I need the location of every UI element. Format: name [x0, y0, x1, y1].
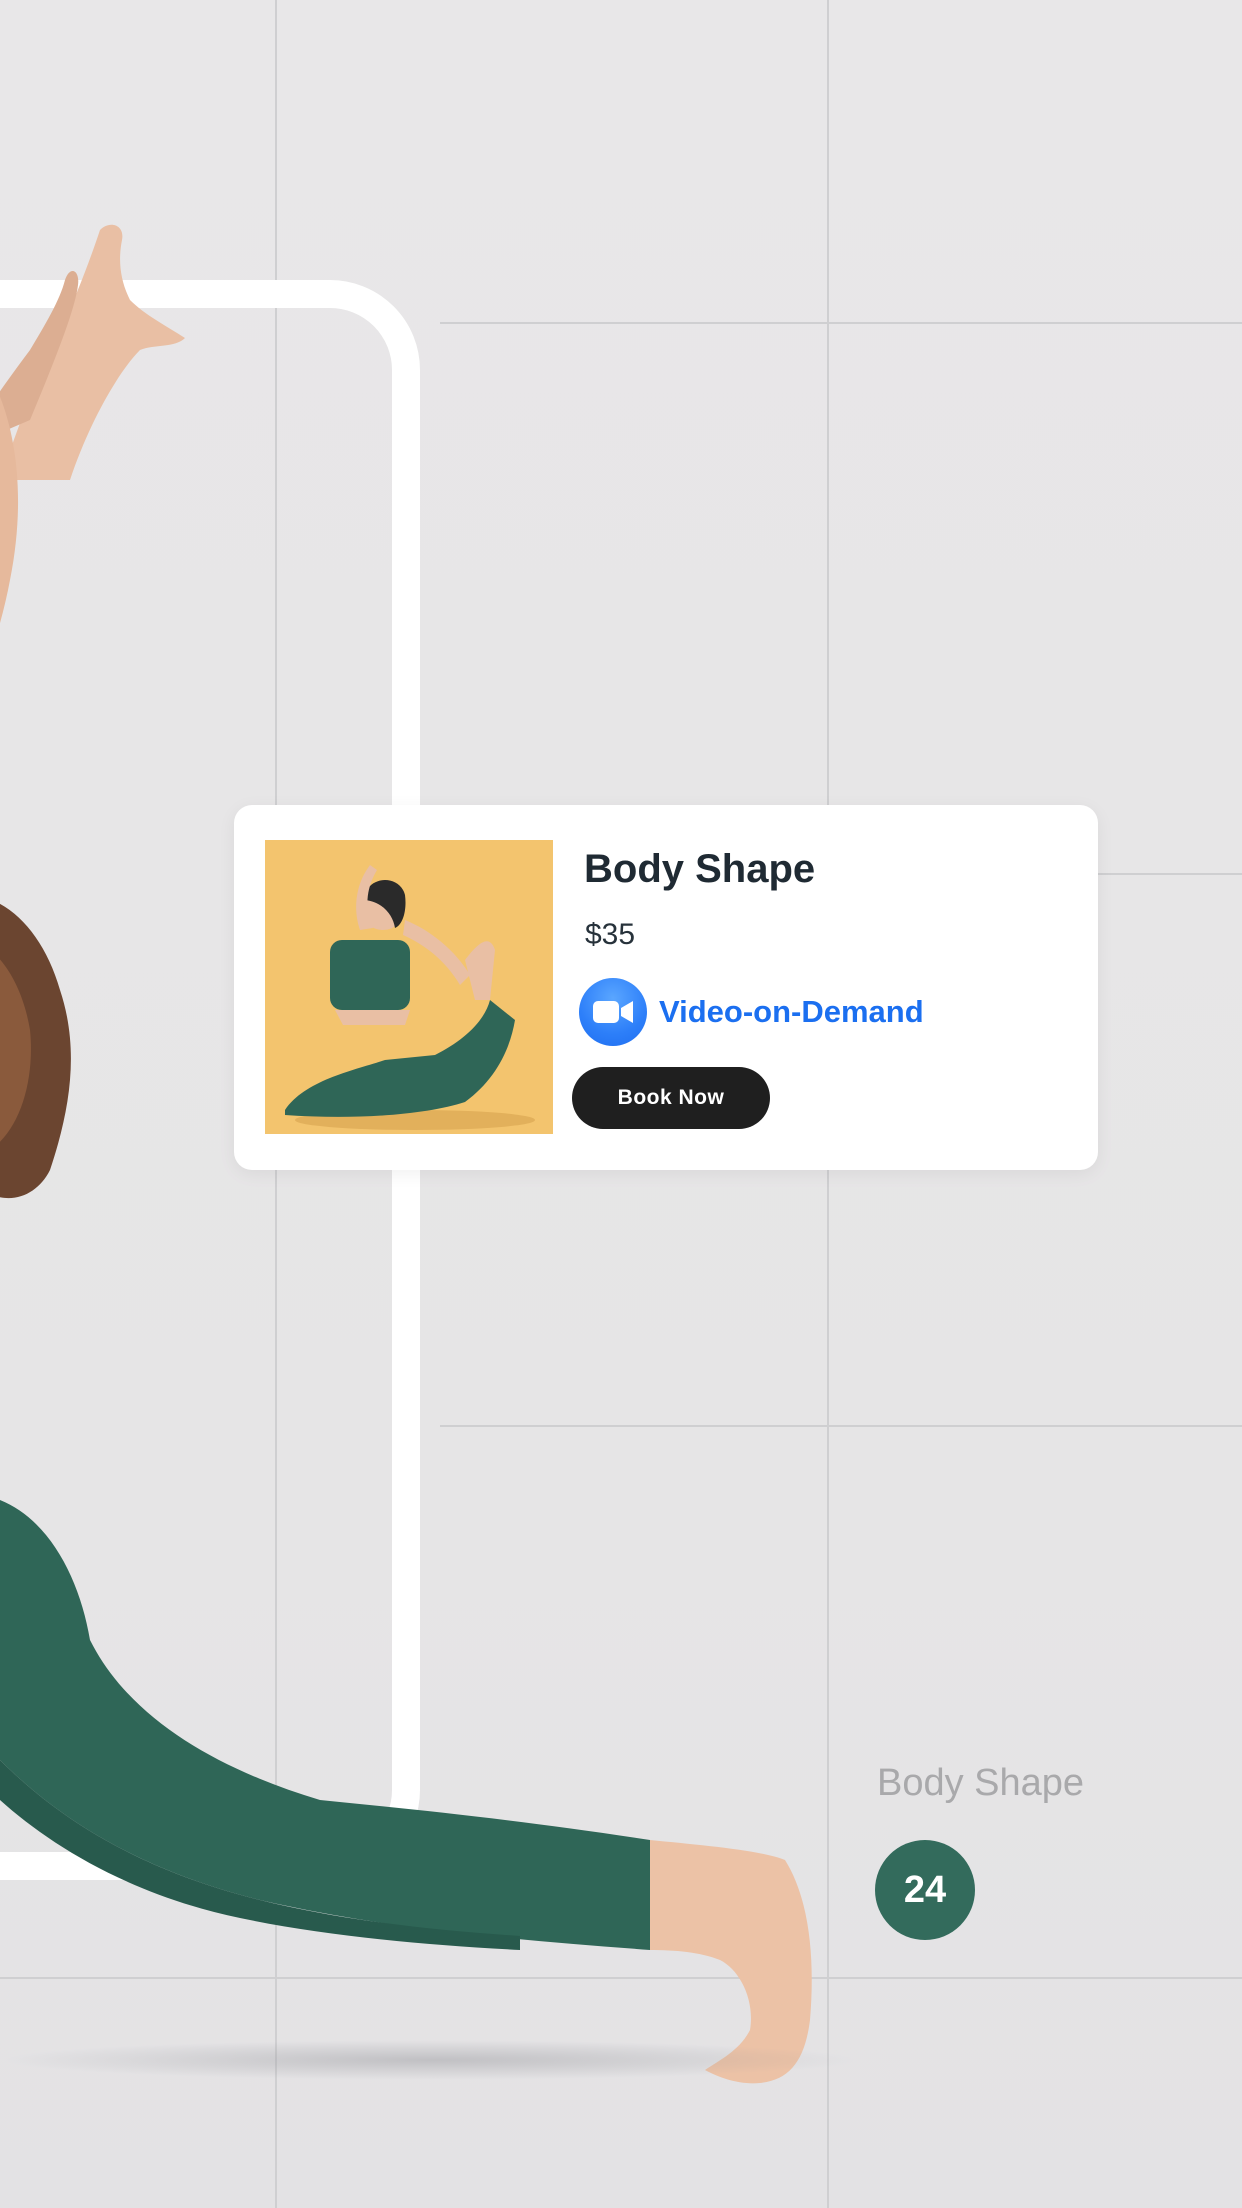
grid-line	[440, 322, 1242, 324]
count-badge: 24	[875, 1840, 975, 1940]
floor-shadow	[0, 2040, 860, 2080]
book-now-button[interactable]: Book Now	[572, 1067, 770, 1129]
service-type-row[interactable]: Video-on-Demand	[579, 977, 924, 1047]
showcase-stage: Body Shape $35 Video-on-Demand Book Now …	[0, 0, 1242, 2208]
service-image	[265, 840, 553, 1134]
model-hair-illustration	[0, 904, 71, 1198]
video-camera-icon	[579, 978, 647, 1046]
model-arm-illustration	[0, 396, 18, 624]
grid-line	[440, 1425, 1242, 1427]
model-leg-illustration	[0, 1500, 812, 2084]
service-title: Body Shape	[584, 847, 816, 891]
service-price: $35	[585, 918, 636, 951]
yoga-pose-photo	[265, 840, 553, 1134]
side-caption: Body Shape	[877, 1762, 1085, 1804]
service-type-link[interactable]: Video-on-Demand	[659, 994, 924, 1030]
service-card: Body Shape $35 Video-on-Demand Book Now	[234, 805, 1098, 1170]
